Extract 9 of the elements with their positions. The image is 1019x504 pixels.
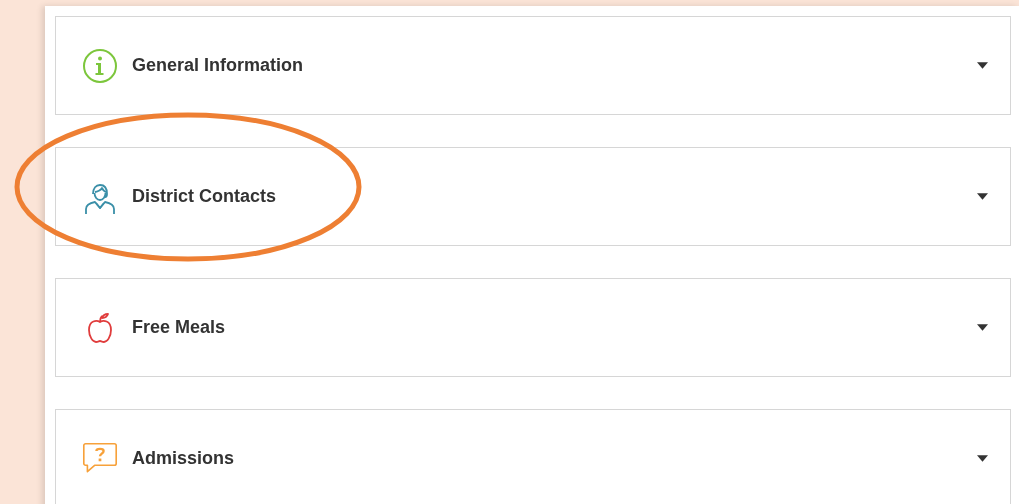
section-title: District Contacts (132, 186, 277, 207)
accordion-header[interactable]: Free Meals (55, 278, 1011, 377)
accordion-header[interactable]: Admissions (55, 409, 1011, 504)
info-icon (82, 47, 118, 84)
section-title: General Information (132, 55, 304, 76)
accordion-header[interactable]: General Information (55, 16, 1011, 115)
section-title: Free Meals (132, 317, 226, 338)
section-title: Admissions (132, 448, 235, 469)
accordion-header[interactable]: District Contacts (55, 147, 1011, 246)
